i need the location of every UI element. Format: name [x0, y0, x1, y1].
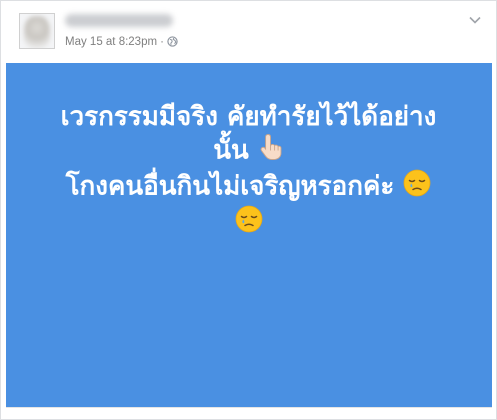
post-text-line-3-wrap: โกงคนอื่นกินไม่เจริญหรอกค่ะ	[1, 169, 496, 205]
author-name[interactable]	[65, 14, 173, 27]
post-text-line-2-wrap: นั้น	[1, 133, 496, 169]
meta-separator: ·	[160, 36, 164, 48]
sleepy-face-icon	[403, 169, 431, 205]
avatar[interactable]	[19, 13, 55, 49]
post-timestamp[interactable]: May 15 at 8:23pm	[65, 36, 157, 48]
post-meta: May 15 at 8:23pm ·	[65, 36, 178, 50]
post-text-line-4-wrap	[1, 205, 496, 241]
post-text-line-3: โกงคนอื่นกินไม่เจริญหรอกค่ะ	[65, 171, 395, 202]
post-text-line-2: นั้น	[213, 135, 249, 166]
globe-icon[interactable]	[167, 36, 178, 50]
post-header: May 15 at 8:23pm ·	[1, 1, 497, 63]
post-divider	[6, 407, 492, 408]
avatar-image	[24, 16, 50, 48]
sleepy-face-icon	[235, 205, 263, 241]
post-card: May 15 at 8:23pm · เวรกรรมมีจริง คัยทำรัย…	[0, 0, 497, 420]
post-text: เวรกรรมมีจริง คัยทำรัยไว้ได้อย่าง นั้น โ…	[1, 102, 496, 241]
post-text-line-1: เวรกรรมมีจริง คัยทำรัยไว้ได้อย่าง	[60, 102, 437, 132]
chevron-down-icon[interactable]	[468, 13, 482, 27]
backhand-index-pointing-up-icon	[258, 133, 284, 169]
